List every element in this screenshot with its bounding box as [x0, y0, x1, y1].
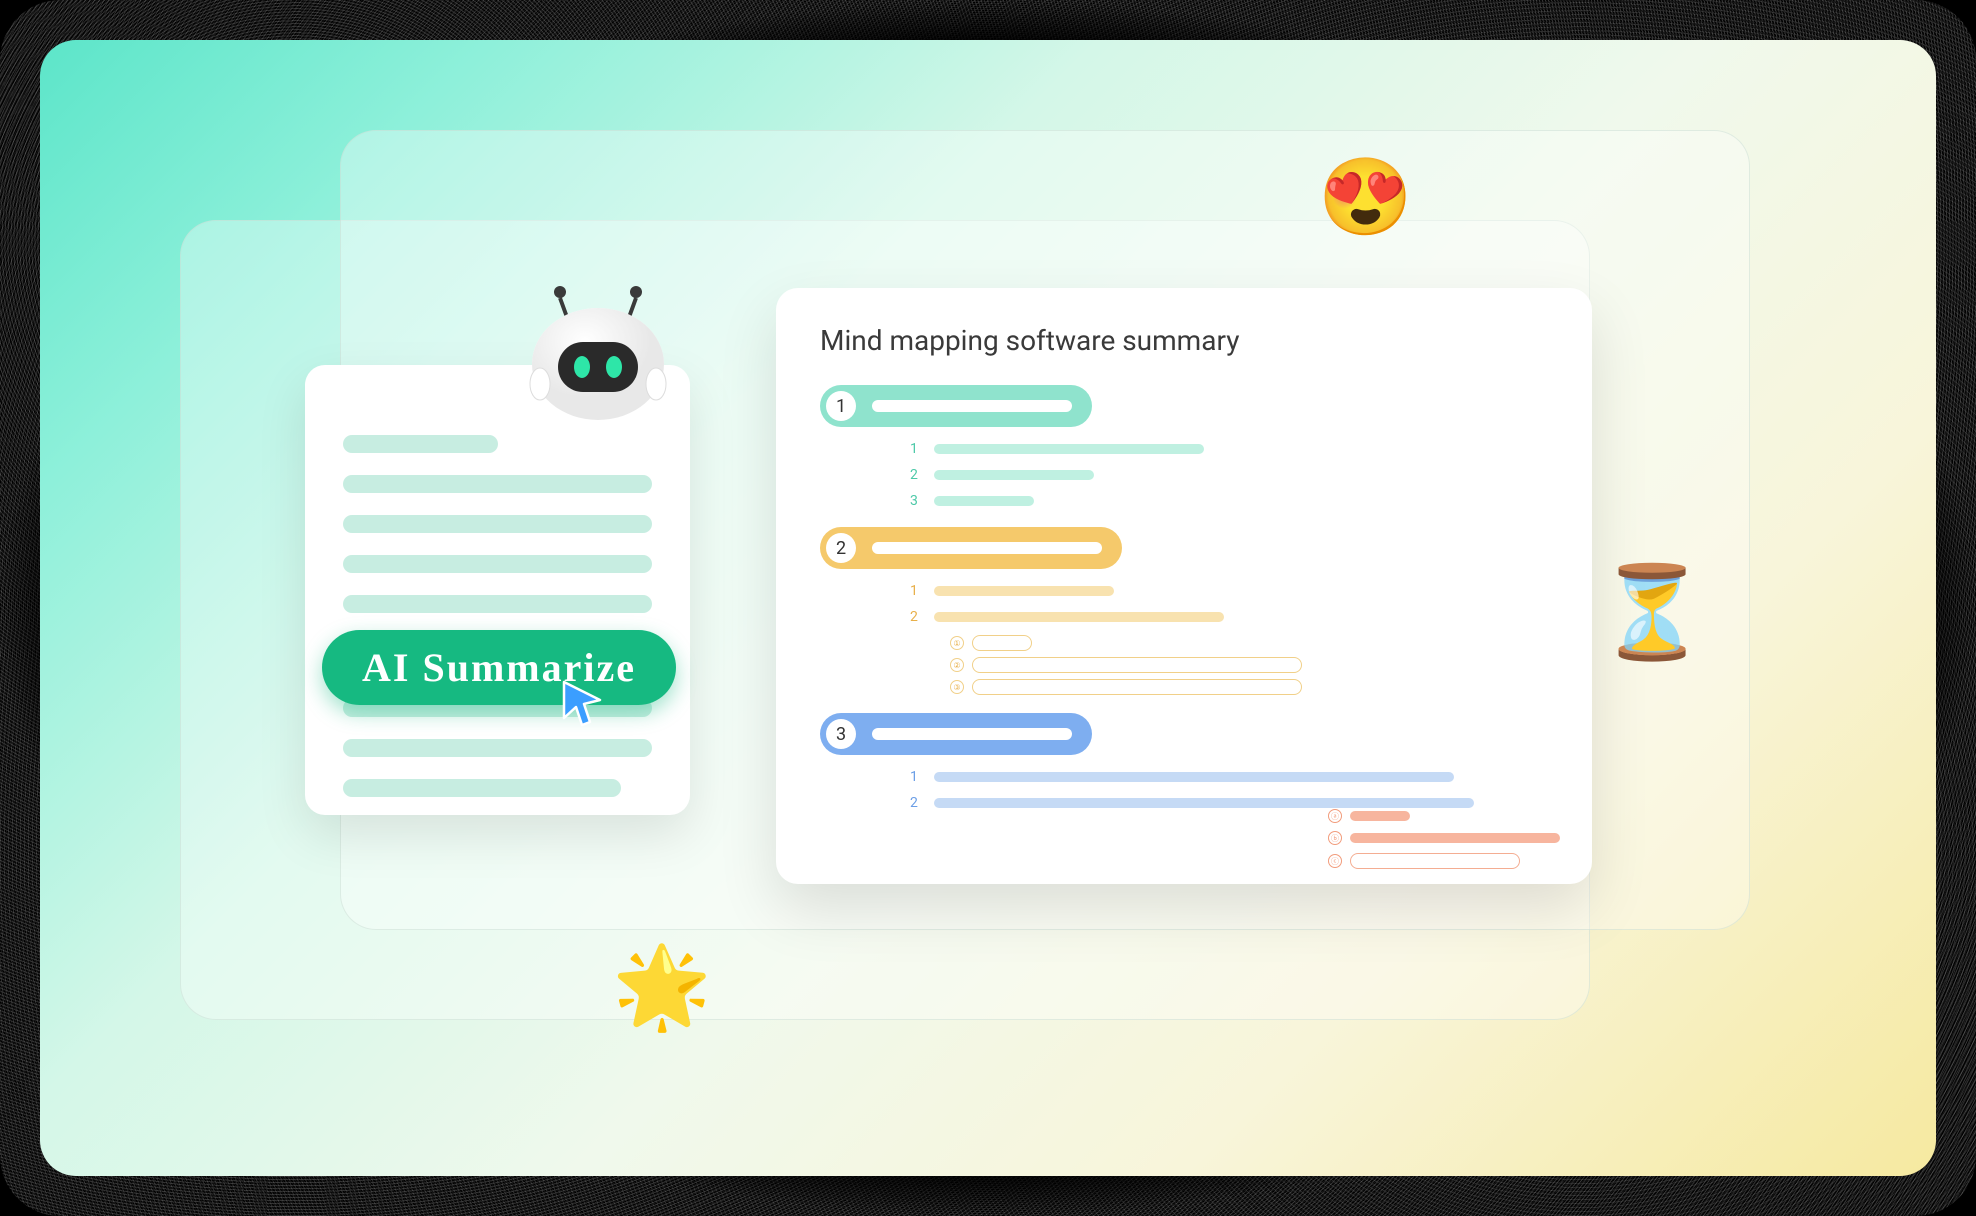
- cursor-icon: [560, 678, 606, 728]
- doc-line: [343, 739, 652, 757]
- nested-bar: [1350, 833, 1560, 843]
- doc-line: [343, 475, 652, 493]
- nested-bar: [972, 657, 1302, 673]
- nested-item: ②: [950, 657, 1548, 673]
- doc-line: [343, 435, 498, 453]
- subitem-number: 3: [910, 493, 922, 509]
- summary-card: Mind mapping software summary 1 1 2 3 2 …: [776, 288, 1592, 884]
- subitem-number: 1: [910, 769, 922, 785]
- subitem-bar: [934, 586, 1114, 596]
- summary-section-2: 2 1 2 ① ② ③ ⓐ ⓑ ⓒ: [820, 527, 1548, 695]
- nested-item: ①: [950, 635, 1548, 651]
- section-number: 2: [826, 533, 856, 563]
- section-header: 2: [820, 527, 1122, 569]
- nested-group-salmon: ⓐ ⓑ ⓒ: [1328, 809, 1588, 877]
- nested-bar: [1350, 853, 1520, 869]
- ai-summarize-button[interactable]: AI Summarize: [322, 630, 676, 705]
- subitem-number: 2: [910, 467, 922, 483]
- section-title-placeholder: [872, 728, 1072, 740]
- summary-section-1: 1 1 2 3: [820, 385, 1548, 509]
- subitem-bar: [934, 444, 1204, 454]
- subitem-bar: [934, 772, 1454, 782]
- subitem-bar: [934, 798, 1474, 808]
- section-header: 1: [820, 385, 1092, 427]
- doc-line: [343, 595, 652, 613]
- feature-illustration: AI Summarize Mind mapping software summa…: [40, 40, 1936, 1176]
- summary-title: Mind mapping software summary: [820, 324, 1548, 357]
- subitem-number: 1: [910, 441, 922, 457]
- subitem-bar: [934, 496, 1034, 506]
- section-number: 1: [826, 391, 856, 421]
- robot-icon: [508, 272, 688, 452]
- section-title-placeholder: [872, 400, 1072, 412]
- nested-item: ③: [950, 679, 1548, 695]
- section-header: 3: [820, 713, 1092, 755]
- subitem-bar: [934, 612, 1224, 622]
- subitem-number: 2: [910, 609, 922, 625]
- subitem-bar: [934, 470, 1094, 480]
- subitem-number: 2: [910, 795, 922, 811]
- section-title-placeholder: [872, 542, 1102, 554]
- nested-bar: [1350, 811, 1410, 821]
- doc-line: [343, 555, 652, 573]
- summary-section-3: 3 1 2: [820, 713, 1548, 811]
- nested-bar: [972, 679, 1302, 695]
- doc-line: [343, 515, 652, 533]
- subitem-number: 1: [910, 583, 922, 599]
- doc-line: [343, 779, 621, 797]
- section-number: 3: [826, 719, 856, 749]
- nested-bar: [972, 635, 1032, 651]
